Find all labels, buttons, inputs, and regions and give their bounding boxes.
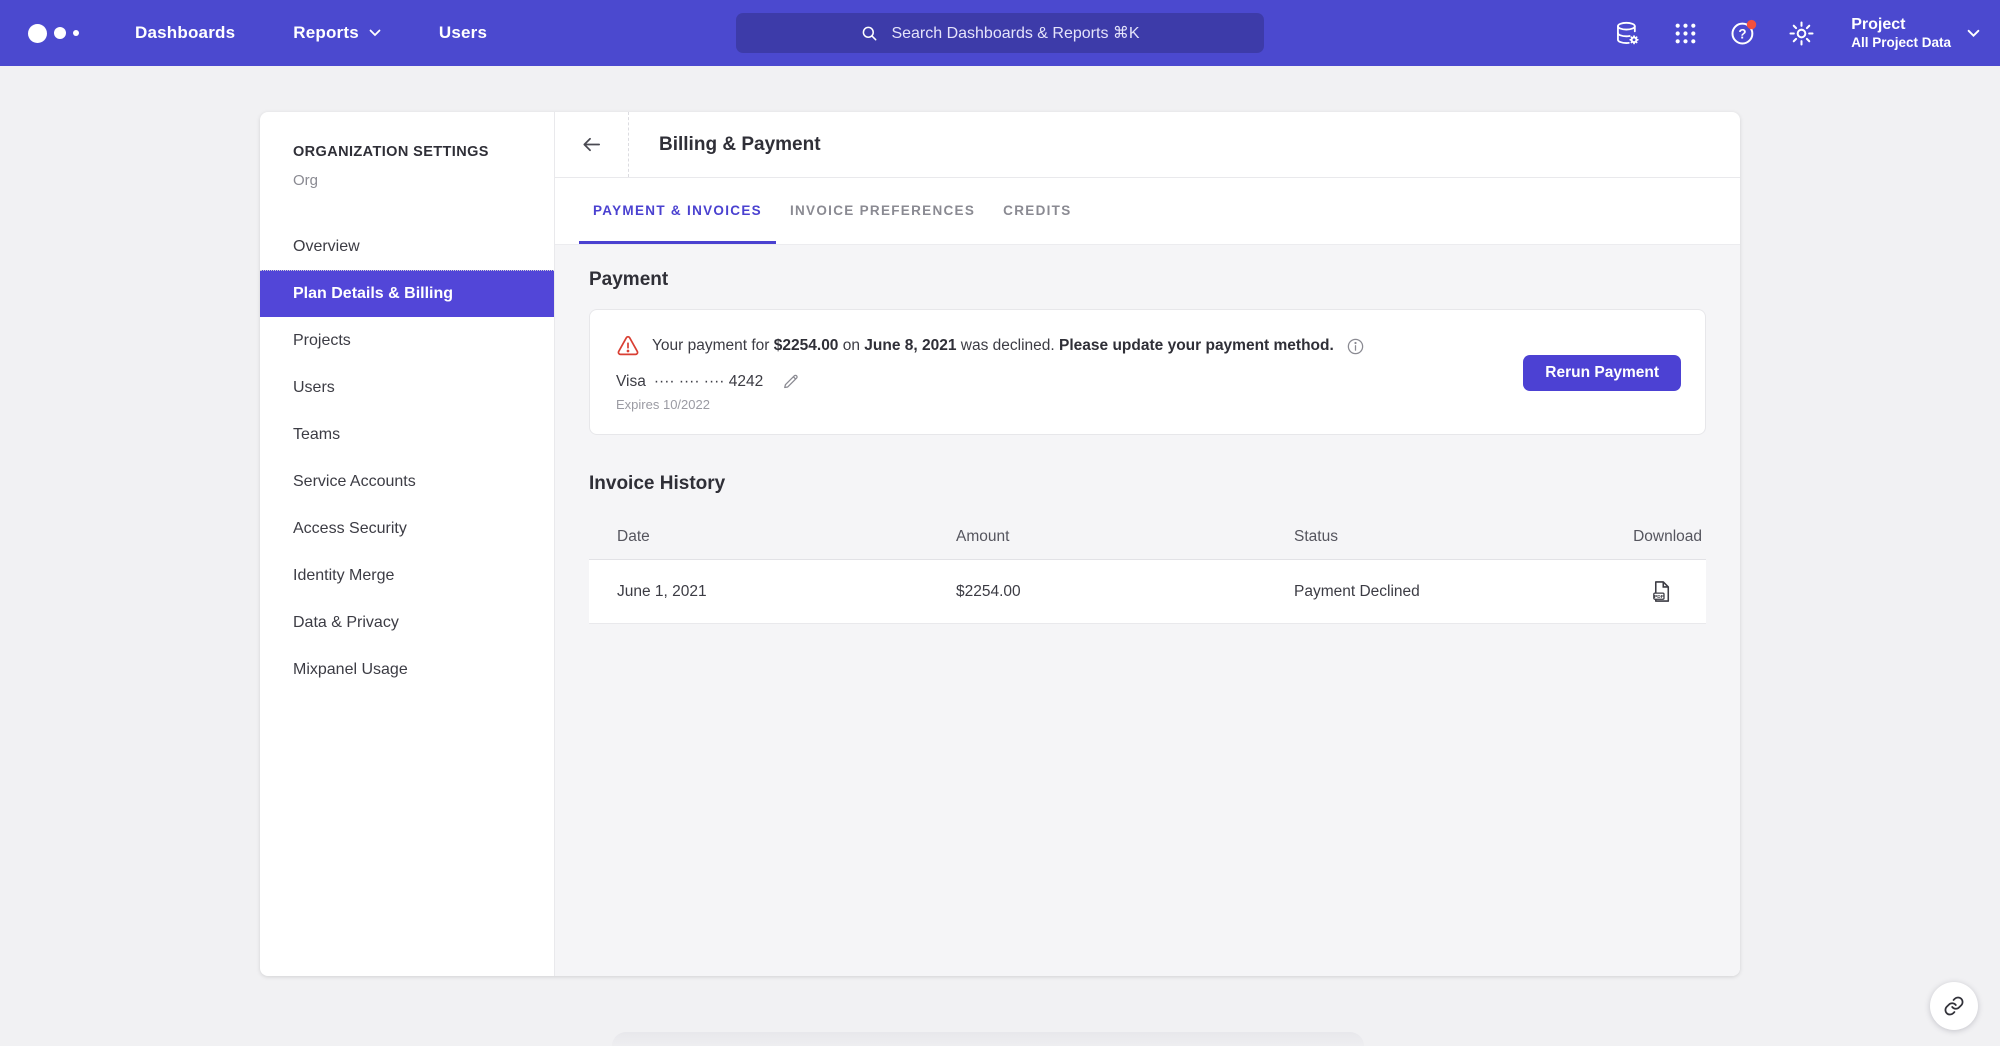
org-settings-card: ORGANIZATION SETTINGS Org Overview Plan …: [260, 112, 1740, 976]
back-button[interactable]: [555, 112, 629, 177]
invoice-history-title: Invoice History: [589, 473, 1706, 495]
card-brand: Visa: [616, 373, 646, 391]
table-row: June 1, 2021 $2254.00 Payment Declined P…: [589, 560, 1706, 624]
card-expiry: Expires 10/2022: [616, 397, 1523, 412]
search-placeholder: Search Dashboards & Reports ⌘K: [891, 23, 1139, 43]
sidebar-item-access-security[interactable]: Access Security: [260, 505, 554, 552]
page-header: Billing & Payment: [555, 112, 1740, 178]
project-switcher-subtitle: All Project Data: [1851, 35, 1951, 52]
sidebar-item-projects[interactable]: Projects: [260, 317, 554, 364]
col-header-download: Download: [1605, 528, 1706, 546]
settings-sidebar: ORGANIZATION SETTINGS Org Overview Plan …: [260, 112, 555, 976]
nav-item-users[interactable]: Users: [439, 23, 487, 43]
card-masked-number: ···· ···· ···· 4242: [654, 373, 763, 391]
svg-text:PDF: PDF: [1654, 594, 1664, 600]
project-switcher[interactable]: Project All Project Data: [1851, 15, 1980, 52]
chevron-down-icon: [369, 29, 381, 37]
col-header-status: Status: [1266, 528, 1605, 546]
data-management-icon[interactable]: [1613, 19, 1641, 47]
mixpanel-logo-icon[interactable]: [28, 24, 79, 43]
search-icon: [860, 24, 879, 43]
invoice-status: Payment Declined: [1266, 583, 1605, 601]
sidebar-item-overview[interactable]: Overview: [260, 223, 554, 270]
svg-text:?: ?: [1739, 26, 1747, 41]
alert-text: Your payment for $2254.00 on June 8, 202…: [652, 337, 1334, 355]
nav-item-reports[interactable]: Reports: [293, 23, 381, 43]
top-navbar: Dashboards Reports Users Search Dashboar…: [0, 0, 2000, 66]
sidebar-item-service-accounts[interactable]: Service Accounts: [260, 458, 554, 505]
sidebar-item-plan-details-billing[interactable]: Plan Details & Billing: [260, 270, 554, 317]
link-icon: [1943, 995, 1965, 1017]
chevron-down-icon: [1967, 29, 1980, 38]
nav-item-dashboards[interactable]: Dashboards: [135, 23, 235, 43]
help-icon[interactable]: ?: [1729, 19, 1757, 47]
project-switcher-title: Project: [1851, 15, 1951, 35]
navbar-right: ? Project All Project Data: [1613, 0, 1980, 66]
invoice-table-header: Date Amount Status Download: [589, 515, 1706, 560]
settings-main: Billing & Payment PAYMENT & INVOICES INV…: [555, 112, 1740, 976]
search-input[interactable]: Search Dashboards & Reports ⌘K: [736, 13, 1264, 53]
payment-invoices-pane: Payment Your payment for $2254.00 on Jun…: [555, 245, 1740, 976]
warning-triangle-icon: [616, 334, 640, 358]
nav-item-label: Reports: [293, 23, 359, 43]
back-arrow-icon: [580, 133, 603, 156]
invoice-table: Date Amount Status Download June 1, 2021…: [589, 515, 1706, 624]
col-header-date: Date: [589, 528, 928, 546]
rerun-payment-button[interactable]: Rerun Payment: [1523, 355, 1681, 391]
payment-method: Visa ···· ···· ···· 4242: [616, 372, 1523, 391]
col-header-amount: Amount: [928, 528, 1266, 546]
payment-declined-alert: Your payment for $2254.00 on June 8, 202…: [616, 334, 1523, 358]
invoice-amount: $2254.00: [928, 583, 1266, 601]
info-icon[interactable]: [1346, 337, 1365, 356]
invoice-date: June 1, 2021: [589, 583, 928, 601]
payment-section-title: Payment: [589, 269, 1706, 291]
apps-grid-icon[interactable]: [1671, 19, 1699, 47]
copy-link-button[interactable]: [1930, 982, 1978, 1030]
page-title: Billing & Payment: [659, 134, 821, 156]
tab-payment-invoices[interactable]: PAYMENT & INVOICES: [579, 180, 776, 244]
sidebar-item-teams[interactable]: Teams: [260, 411, 554, 458]
billing-tabs: PAYMENT & INVOICES INVOICE PREFERENCES C…: [555, 178, 1740, 245]
sidebar-heading: ORGANIZATION SETTINGS: [260, 144, 554, 160]
pdf-file-icon: PDF: [1649, 579, 1674, 604]
nav-item-label: Users: [439, 23, 487, 43]
tab-credits[interactable]: CREDITS: [989, 180, 1085, 244]
sidebar-item-identity-merge[interactable]: Identity Merge: [260, 552, 554, 599]
settings-gear-icon[interactable]: [1787, 19, 1815, 47]
sidebar-item-mixpanel-usage[interactable]: Mixpanel Usage: [260, 646, 554, 693]
nav-item-label: Dashboards: [135, 23, 235, 43]
download-pdf-button[interactable]: PDF: [1649, 579, 1674, 604]
sidebar-list: Overview Plan Details & Billing Projects…: [260, 223, 554, 693]
primary-nav: Dashboards Reports Users: [135, 23, 487, 43]
bottom-sheet-edge: [612, 1032, 1364, 1046]
notification-badge: [1747, 20, 1756, 29]
org-name: Org: [260, 172, 554, 189]
edit-payment-method-button[interactable]: [781, 372, 800, 391]
sidebar-item-data-privacy[interactable]: Data & Privacy: [260, 599, 554, 646]
tab-invoice-preferences[interactable]: INVOICE PREFERENCES: [776, 180, 989, 244]
pencil-icon: [781, 372, 800, 391]
sidebar-item-users[interactable]: Users: [260, 364, 554, 411]
payment-card: Your payment for $2254.00 on June 8, 202…: [589, 309, 1706, 435]
